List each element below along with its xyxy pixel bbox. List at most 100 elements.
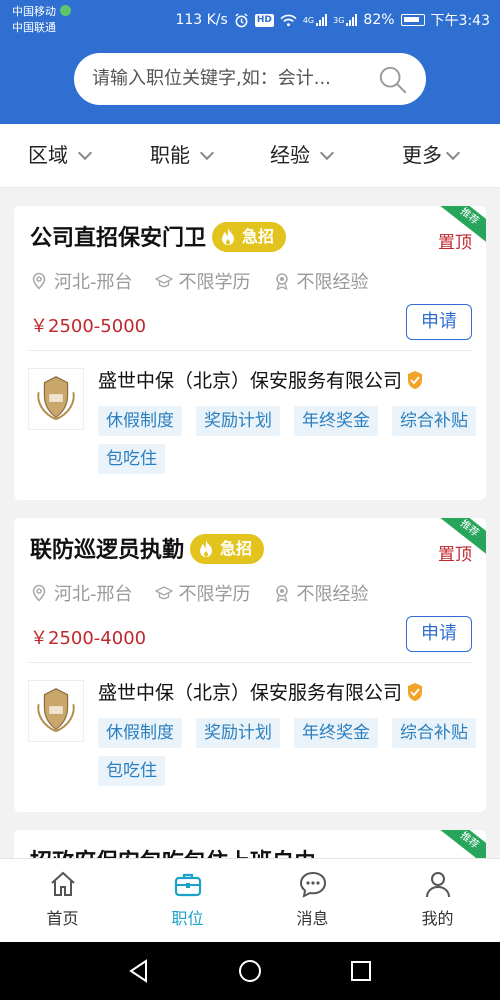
flame-icon <box>200 540 212 557</box>
location-icon <box>32 272 46 290</box>
recent-apps-icon[interactable] <box>348 958 374 984</box>
medal-icon <box>275 585 288 602</box>
filter-area[interactable]: 区域 <box>28 124 93 188</box>
pinned-label: 置顶 <box>438 233 472 253</box>
status-icons: 113 K/s HD 4G 3G 82% 下午3:43 <box>175 10 490 30</box>
alarm-icon <box>235 12 248 27</box>
nav-messages-label: 消息 <box>296 909 329 928</box>
filter-experience-label: 经验 <box>270 143 310 167</box>
job-title[interactable]: 公司直招保安门卫 <box>30 220 206 252</box>
nav-jobs[interactable]: 职位 <box>125 859 250 942</box>
salary: ￥2500-4000 <box>30 628 147 649</box>
clock: 下午3:43 <box>430 13 490 29</box>
signal-icon-1 <box>316 14 328 26</box>
location-icon <box>32 584 46 602</box>
flame-icon <box>222 228 234 245</box>
nav-profile-label: 我的 <box>421 909 454 928</box>
message-icon <box>299 871 326 898</box>
filter-function-label: 职能 <box>150 143 190 167</box>
header: 中国移动 中国联通 113 K/s HD 4G 3G 82% 下午3:43 请输… <box>0 0 500 124</box>
apply-button[interactable]: 申请 <box>406 616 472 652</box>
location: 河北-邢台 <box>30 268 133 294</box>
salary: ￥2500-5000 <box>30 316 147 337</box>
chevron-down-icon <box>319 145 335 161</box>
company-name-text: 盛世中保（北京）保安服务有限公司 <box>98 682 403 704</box>
benefit-tag: 年终奖金 <box>294 718 378 748</box>
job-meta: 河北-邢台 不限学历 不限经验 <box>30 580 369 606</box>
filter-bar: 区域 职能 经验 更多 <box>0 124 500 188</box>
company-logo[interactable] <box>28 680 84 742</box>
search-box[interactable]: 请输入职位关键字,如：会计... <box>74 53 426 105</box>
pinned-label: 置顶 <box>438 545 472 565</box>
job-card[interactable]: 推荐 联防巡逻员执勤 急招 置顶 河北-邢台 不限学历 不限经验 ￥2500-4… <box>14 518 486 812</box>
benefit-tag: 综合补贴 <box>392 718 476 748</box>
battery-percent: 82% <box>363 12 395 28</box>
nav-jobs-label: 职位 <box>171 909 204 928</box>
experience-text: 不限经验 <box>296 584 369 605</box>
chevron-down-icon <box>77 145 93 161</box>
verified-shield-icon <box>408 371 423 389</box>
education: 不限学历 <box>154 268 251 294</box>
network-type-1: 4G <box>302 15 315 25</box>
job-title[interactable]: 联防巡逻员执勤 <box>30 532 184 564</box>
benefit-tags: 休假制度 奖励计划 年终奖金 综合补贴 包吃住 <box>98 406 478 474</box>
education-text: 不限学历 <box>178 272 251 293</box>
urgent-badge: 急招 <box>190 534 265 564</box>
benefit-tag: 年终奖金 <box>294 406 378 436</box>
search-input[interactable]: 请输入职位关键字,如：会计... <box>92 53 372 105</box>
benefit-tag: 奖励计划 <box>196 406 280 436</box>
status-bar: 中国移动 中国联通 113 K/s HD 4G 3G 82% 下午3:43 <box>0 0 500 40</box>
urgent-label: 急招 <box>220 539 253 558</box>
carrier-1: 中国移动 <box>12 5 56 18</box>
signal-icon-2 <box>346 14 358 26</box>
experience: 不限经验 <box>273 580 369 606</box>
filter-function[interactable]: 职能 <box>150 124 215 188</box>
system-nav-bar <box>0 942 500 1000</box>
hd-icon: HD <box>254 13 274 27</box>
graduation-cap-icon <box>154 274 173 288</box>
battery-icon <box>400 14 425 26</box>
chevron-down-icon <box>199 145 215 161</box>
company-name-text: 盛世中保（北京）保安服务有限公司 <box>98 370 403 392</box>
nav-messages[interactable]: 消息 <box>250 859 375 942</box>
home-circle-icon[interactable] <box>237 958 263 984</box>
benefit-tag: 休假制度 <box>98 406 182 436</box>
filter-more-label: 更多 <box>402 143 442 167</box>
apply-button[interactable]: 申请 <box>406 304 472 340</box>
filter-experience[interactable]: 经验 <box>270 124 335 188</box>
company-logo[interactable] <box>28 368 84 430</box>
education: 不限学历 <box>154 580 251 606</box>
filter-more[interactable]: 更多 <box>402 124 461 188</box>
job-card[interactable]: 推荐 公司直招保安门卫 急招 置顶 河北-邢台 不限学历 不限经验 ￥2500-… <box>14 206 486 500</box>
graduation-cap-icon <box>154 586 173 600</box>
back-icon[interactable] <box>126 958 152 984</box>
nav-profile[interactable]: 我的 <box>375 859 500 942</box>
chevron-down-icon <box>445 145 461 161</box>
benefit-tag: 包吃住 <box>98 444 165 474</box>
wifi-icon <box>280 14 297 26</box>
carrier-info: 中国移动 中国联通 <box>12 4 71 36</box>
network-speed: 113 K/s <box>175 12 228 28</box>
benefit-tag: 包吃住 <box>98 756 165 786</box>
company-name[interactable]: 盛世中保（北京）保安服务有限公司 <box>98 366 424 393</box>
divider <box>28 662 472 663</box>
divider <box>28 350 472 351</box>
company-name[interactable]: 盛世中保（北京）保安服务有限公司 <box>98 678 424 705</box>
location-text: 河北-邢台 <box>54 272 133 293</box>
benefit-tag: 休假制度 <box>98 718 182 748</box>
home-icon <box>50 871 75 896</box>
filter-area-label: 区域 <box>28 143 68 167</box>
experience: 不限经验 <box>273 268 369 294</box>
benefit-tag: 综合补贴 <box>392 406 476 436</box>
verified-shield-icon <box>408 683 423 701</box>
search-icon[interactable] <box>378 65 408 95</box>
nav-home[interactable]: 首页 <box>0 859 125 942</box>
network-type-2: 3G <box>333 15 345 25</box>
urgent-badge: 急招 <box>212 222 287 252</box>
volte-icon <box>60 5 71 16</box>
medal-icon <box>275 273 288 290</box>
carrier-2: 中国联通 <box>12 21 56 34</box>
experience-text: 不限经验 <box>296 272 369 293</box>
education-text: 不限学历 <box>178 584 251 605</box>
nav-home-label: 首页 <box>46 909 79 928</box>
